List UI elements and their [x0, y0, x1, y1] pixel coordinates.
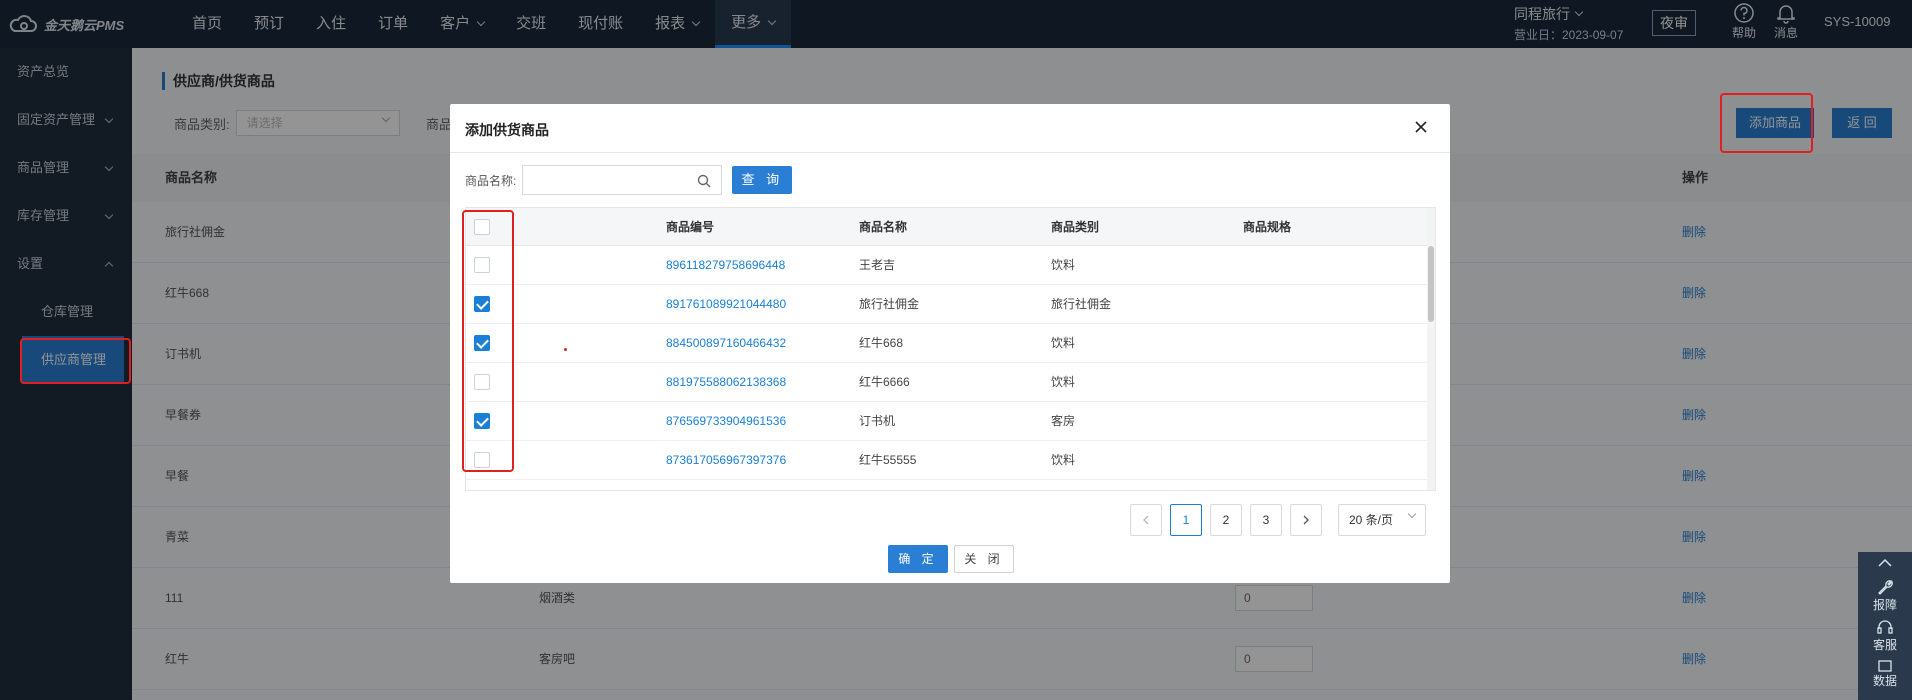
page-size-value: 20 条/页 [1349, 513, 1394, 527]
product-code-link[interactable]: 891761089921044480 [666, 285, 786, 324]
chevron-up-icon [1878, 558, 1892, 567]
scroll-top-button[interactable] [1858, 552, 1912, 574]
product-select-table: 商品编号 商品名称 商品类别 商品规格 896118279758696448 王老… [465, 207, 1436, 491]
select-all-checkbox[interactable] [474, 219, 490, 235]
row-checkbox[interactable] [474, 296, 490, 312]
product-name: 王老吉 [859, 258, 896, 272]
service-label: 客服 [1872, 638, 1897, 652]
floating-toolbar: 报障 客服 数据 [1858, 552, 1912, 700]
table-row: 891761089921044480 旅行社佣金 旅行社佣金 [466, 285, 1435, 324]
add-supply-product-dialog: 添加供货商品 商品名称: 查 询 商品编号 商品名称 商品类别 商品规格 896… [450, 104, 1450, 583]
dialog-footer: 确 定 关 闭 [888, 545, 1014, 573]
table-row: 884500897160466432 红牛668 饮料 [466, 324, 1435, 363]
product-code-link[interactable]: 873617056967397376 [666, 441, 786, 480]
chevron-left-icon [1143, 515, 1149, 525]
chevron-right-icon [1303, 515, 1309, 525]
query-button[interactable]: 查 询 [732, 166, 793, 194]
page-button-3[interactable]: 3 [1250, 504, 1282, 536]
pagination: 123 20 条/页 [1130, 504, 1426, 536]
close-dialog-button[interactable]: 关 闭 [954, 545, 1014, 573]
table-scrollbar[interactable] [1427, 208, 1435, 490]
search-icon [698, 174, 711, 188]
prev-page-button[interactable] [1130, 504, 1162, 536]
table-row: 873617056967397376 红牛55555 饮料 [466, 441, 1435, 480]
next-page-button[interactable] [1290, 504, 1322, 536]
product-category: 饮料 [1051, 258, 1076, 272]
product-name-search-input[interactable] [522, 165, 723, 195]
wrench-icon [1878, 580, 1893, 595]
row-checkbox[interactable] [474, 374, 490, 390]
dialog-close-button[interactable] [1410, 116, 1432, 138]
row-checkbox[interactable] [474, 257, 490, 273]
col-product-spec: 商品规格 [1243, 220, 1292, 234]
product-code-link[interactable]: 896118279758696448 [666, 246, 785, 285]
page-button-1[interactable]: 1 [1170, 504, 1202, 536]
data-label: 数据 [1872, 674, 1897, 688]
page-size-select[interactable]: 20 条/页 [1338, 504, 1426, 536]
table-row: 896118279758696448 王老吉 饮料 [466, 246, 1435, 285]
report-label: 报障 [1872, 598, 1897, 612]
chevron-down-icon [1407, 509, 1417, 519]
product-name: 红牛668 [859, 336, 904, 350]
product-name: 红牛55555 [859, 453, 917, 467]
customer-service-button[interactable]: 客服 [1858, 614, 1912, 654]
annotation-dot [564, 348, 567, 351]
product-category: 客房 [1051, 414, 1076, 428]
product-category: 饮料 [1051, 453, 1076, 467]
dialog-search-row: 商品名称: 查 询 [465, 165, 793, 195]
headset-icon [1877, 620, 1893, 634]
col-product-category: 商品类别 [1051, 220, 1100, 234]
data-icon [1878, 660, 1892, 672]
dialog-title: 添加供货商品 [465, 122, 549, 138]
product-code-link[interactable]: 884500897160466432 [666, 324, 786, 363]
report-issue-button[interactable]: 报障 [1858, 574, 1912, 614]
row-checkbox[interactable] [474, 413, 490, 429]
product-category: 饮料 [1051, 375, 1076, 389]
close-icon [1415, 121, 1427, 133]
col-product-name: 商品名称 [859, 220, 908, 234]
product-name: 订书机 [859, 414, 896, 428]
product-code-link[interactable]: 881975588062138368 [666, 363, 786, 402]
scrollbar-thumb[interactable] [1428, 246, 1434, 322]
row-checkbox[interactable] [474, 452, 490, 468]
product-code-link[interactable]: 876569733904961536 [666, 402, 786, 441]
dialog-header: 添加供货商品 [450, 104, 1450, 153]
product-name: 旅行社佣金 [859, 297, 920, 311]
row-checkbox[interactable] [474, 335, 490, 351]
product-category: 饮料 [1051, 336, 1076, 350]
page-button-2[interactable]: 2 [1210, 504, 1242, 536]
product-name: 红牛6666 [859, 375, 910, 389]
product-table-header: 商品编号 商品名称 商品类别 商品规格 [466, 208, 1435, 246]
confirm-button[interactable]: 确 定 [888, 545, 948, 573]
table-row: 881975588062138368 红牛6666 饮料 [466, 363, 1435, 402]
table-row: 876569733904961536 订书机 客房 [466, 402, 1435, 441]
data-button[interactable]: 数据 [1858, 654, 1912, 694]
product-category: 旅行社佣金 [1051, 297, 1112, 311]
product-name-search-label: 商品名称: [465, 173, 517, 188]
col-product-code: 商品编号 [666, 220, 715, 234]
